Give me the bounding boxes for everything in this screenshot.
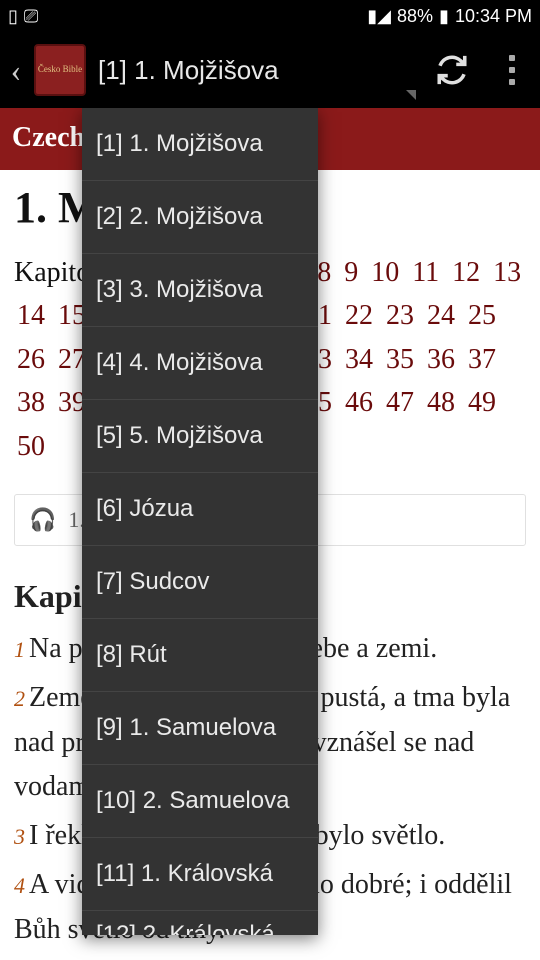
chapter-link[interactable]: 48	[427, 387, 455, 418]
battery-text: 88%	[397, 6, 433, 27]
back-icon[interactable]: ‹	[4, 52, 28, 89]
dropdown-item[interactable]: [9] 1. Samuelova	[82, 692, 318, 765]
chapter-link[interactable]: 50	[17, 431, 45, 462]
overflow-menu-button[interactable]	[496, 55, 528, 85]
book-spinner[interactable]: [1] 1. Mojžišova	[92, 55, 406, 86]
chapter-link[interactable]: 13	[493, 257, 521, 288]
refresh-icon	[435, 53, 469, 87]
dropdown-item[interactable]: [2] 2. Mojžišova	[82, 181, 318, 254]
verse: 5A nazval Bůh světlo dnem, a tmu nazval …	[14, 957, 526, 960]
verse-number: 2	[14, 686, 25, 711]
chapter-link[interactable]: 34	[345, 344, 373, 375]
refresh-button[interactable]	[428, 46, 476, 94]
dropdown-item[interactable]: [3] 3. Mojžišova	[82, 254, 318, 327]
sim-icon: ▯	[8, 6, 18, 27]
chapter-link[interactable]: 14	[17, 300, 45, 331]
dropdown-item[interactable]: [4] 4. Mojžišova	[82, 327, 318, 400]
chapter-link[interactable]: 12	[452, 257, 480, 288]
chapter-link[interactable]: 23	[386, 300, 414, 331]
verse-number: 4	[14, 873, 25, 898]
dot-icon	[509, 67, 515, 73]
dot-icon	[509, 79, 515, 85]
app-icon[interactable]: Česko Bible	[34, 44, 86, 96]
chapter-link[interactable]: 38	[17, 387, 45, 418]
dropdown-item[interactable]: [5] 5. Mojžišova	[82, 400, 318, 473]
headphones-icon: 🎧	[29, 507, 56, 533]
book-dropdown[interactable]: [1] 1. Mojžišova[2] 2. Mojžišova[3] 3. M…	[82, 108, 318, 935]
app-bar: ‹ Česko Bible [1] 1. Mojžišova	[0, 32, 540, 108]
chapter-link[interactable]: 35	[386, 344, 414, 375]
spinner-caret-icon	[406, 90, 416, 100]
sd-icon: ⎚	[24, 6, 38, 27]
verse-number: 3	[14, 824, 25, 849]
chapter-link[interactable]: 24	[427, 300, 455, 331]
chapter-link[interactable]: 10	[371, 257, 399, 288]
chapter-link[interactable]: 47	[386, 387, 414, 418]
dot-icon	[509, 55, 515, 61]
chapter-link[interactable]: 49	[468, 387, 496, 418]
chapter-link[interactable]: 36	[427, 344, 455, 375]
battery-icon: ▮	[439, 6, 449, 27]
chapter-link[interactable]: 8	[317, 257, 331, 288]
chapter-link[interactable]: 22	[345, 300, 373, 331]
dropdown-item[interactable]: [6] Józua	[82, 473, 318, 546]
verse-number: 1	[14, 637, 25, 662]
clock-text: 10:34 PM	[455, 6, 532, 27]
chapter-link[interactable]: 37	[468, 344, 496, 375]
dropdown-item[interactable]: [1] 1. Mojžišova	[82, 108, 318, 181]
chapter-link[interactable]: 9	[344, 257, 358, 288]
status-bar: ▯ ⎚ ▮◢ 88% ▮ 10:34 PM	[0, 0, 540, 32]
chapter-link[interactable]: 25	[468, 300, 496, 331]
signal-icon: ▮◢	[367, 6, 391, 27]
dropdown-item[interactable]: [8] Rút	[82, 619, 318, 692]
chapter-link[interactable]: 46	[345, 387, 373, 418]
chapter-link[interactable]: 26	[17, 344, 45, 375]
dropdown-item[interactable]: [11] 1. Královská	[82, 838, 318, 911]
dropdown-item[interactable]: [7] Sudcov	[82, 546, 318, 619]
dropdown-item[interactable]: [12] 2. Královská	[82, 911, 318, 935]
dropdown-item[interactable]: [10] 2. Samuelova	[82, 765, 318, 838]
chapter-link[interactable]: 11	[412, 257, 439, 288]
